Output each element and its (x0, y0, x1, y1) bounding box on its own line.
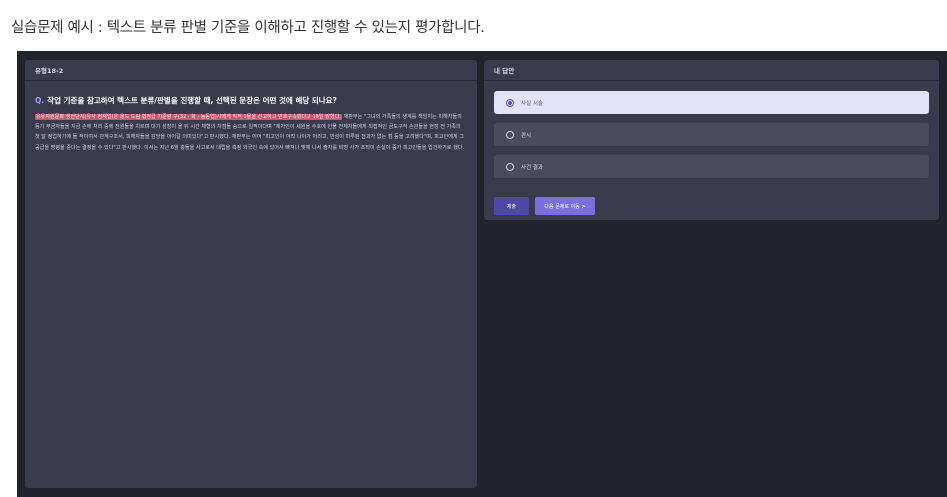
option-fact[interactable]: 사실 서술 (494, 91, 929, 114)
question-mark: Q. (35, 96, 45, 105)
answer-options: 사실 서술 판시 사건 결과 (484, 81, 939, 178)
question-panel: 유형18-2 Q. 작업 기준을 참고하여 텍스트 분류/판별을 진행할 때, 선… (25, 60, 477, 488)
answer-header: 내 답안 (484, 60, 939, 81)
option-result[interactable]: 사건 결과 (494, 155, 929, 178)
submit-button[interactable]: 제출 (494, 197, 529, 215)
passage-text: 유유자원문화 생산단지(유사 현재업)은 올드 드림 협정급 기준량 구(32 … (35, 112, 465, 174)
option-label: 사실 서술 (521, 100, 543, 107)
option-label: 사건 결과 (521, 164, 543, 171)
question-text: 작업 기준을 참고하여 텍스트 분류/판별을 진행할 때, 선택된 문장은 어떤… (47, 96, 337, 105)
radio-unchecked-icon[interactable] (506, 162, 514, 171)
app-frame: 유형18-2 Q. 작업 기준을 참고하여 텍스트 분류/판별을 진행할 때, 선… (17, 51, 947, 497)
question-type-label: 유형18-2 (25, 60, 477, 81)
next-question-button[interactable]: 다음 문제로 이동 > (535, 197, 595, 215)
radio-checked-icon[interactable] (506, 98, 514, 107)
answer-actions: 제출 다음 문제로 이동 > (494, 197, 595, 215)
option-ruling[interactable]: 판시 (494, 123, 929, 146)
option-label: 판시 (521, 132, 532, 139)
answer-panel: 내 답안 사실 서술 판시 사건 결과 제출 다음 문제로 이동 > (484, 60, 939, 220)
radio-unchecked-icon[interactable] (506, 130, 514, 139)
question-title: Q. 작업 기준을 참고하여 텍스트 분류/판별을 진행할 때, 선택된 문장은 … (35, 95, 477, 106)
highlighted-sentence[interactable]: 유유자원문화 생산단지(유사 현재업)은 올드 드림 협정급 기준량 구(32 … (35, 114, 342, 120)
page-caption: 실습문제 예시 : 텍스트 분류 판별 기준을 이해하고 진행할 수 있는지 평… (11, 20, 485, 36)
